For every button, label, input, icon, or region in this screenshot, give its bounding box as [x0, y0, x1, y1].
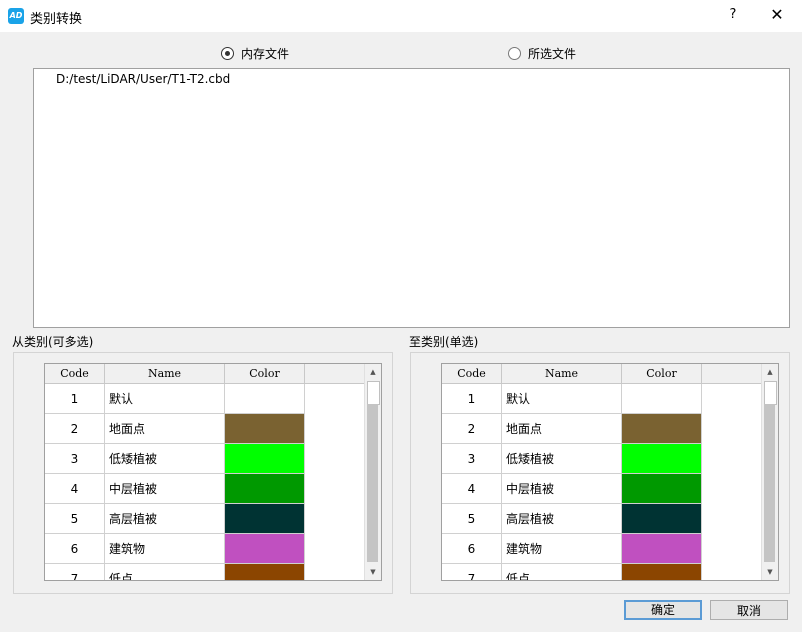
radio-checked-icon[interactable] [221, 47, 234, 60]
color-swatch[interactable] [622, 534, 702, 564]
to-category-panel: Code Name Color 1 默认 2 地面点 3 低矮植被 4 中层植被 5 高层植被 6 建… [410, 352, 790, 594]
scrollbar-thumb[interactable] [764, 381, 777, 405]
code-cell[interactable]: 3 [45, 444, 105, 474]
name-cell[interactable]: 地面点 [105, 414, 225, 444]
name-cell[interactable]: 低矮植被 [105, 444, 225, 474]
cancel-button[interactable]: 取消 [710, 600, 788, 620]
color-swatch[interactable] [622, 414, 702, 444]
column-header-color[interactable]: Color [225, 364, 305, 384]
code-cell[interactable]: 7 [442, 564, 502, 580]
scroll-up-arrow-icon[interactable]: ▲ [762, 364, 778, 380]
radio-selected-file-label: 所选文件 [528, 47, 577, 61]
from-category-table[interactable]: Code Name Color 1 默认 2 地面点 3 低矮植被 4 中层植被 5 高层植被 6 建… [44, 363, 382, 581]
code-cell[interactable]: 6 [442, 534, 502, 564]
code-cell[interactable]: 6 [45, 534, 105, 564]
window-title: 类别转换 [30, 12, 83, 27]
name-cell[interactable]: 低矮植被 [502, 444, 622, 474]
header-filler [305, 364, 365, 384]
name-cell[interactable]: 默认 [105, 384, 225, 414]
ok-button[interactable]: 确定 [624, 600, 702, 620]
app-logo-icon: AD [8, 8, 24, 24]
color-swatch[interactable] [622, 444, 702, 474]
color-swatch[interactable] [225, 534, 305, 564]
scroll-down-arrow-icon[interactable]: ▼ [365, 564, 381, 580]
vertical-scrollbar[interactable]: ▲ ▼ [761, 364, 778, 580]
vertical-scrollbar[interactable]: ▲ ▼ [364, 364, 381, 580]
column-header-color[interactable]: Color [622, 364, 702, 384]
code-cell[interactable]: 2 [45, 414, 105, 444]
column-header-name[interactable]: Name [105, 364, 225, 384]
radio-unchecked-icon[interactable] [508, 47, 521, 60]
from-category-label: 从类别(可多选) [12, 335, 94, 349]
radio-memory-file[interactable]: 内存文件 [221, 45, 289, 62]
scrollbar-track[interactable] [367, 404, 378, 562]
code-cell[interactable]: 3 [442, 444, 502, 474]
name-cell[interactable]: 低点 [105, 564, 225, 580]
code-cell[interactable]: 4 [45, 474, 105, 504]
scroll-up-arrow-icon[interactable]: ▲ [365, 364, 381, 380]
radio-memory-file-label: 内存文件 [241, 47, 290, 61]
code-cell[interactable]: 2 [442, 414, 502, 444]
color-swatch[interactable] [622, 384, 702, 414]
name-cell[interactable]: 建筑物 [105, 534, 225, 564]
column-header-code[interactable]: Code [442, 364, 502, 384]
code-cell[interactable]: 1 [45, 384, 105, 414]
color-swatch[interactable] [225, 414, 305, 444]
title-bar: AD 类别转换 ? ✕ [0, 0, 802, 32]
file-list[interactable]: D:/test/LiDAR/User/T1-T2.cbd [33, 68, 790, 328]
code-cell[interactable]: 5 [442, 504, 502, 534]
color-swatch[interactable] [225, 504, 305, 534]
header-filler [702, 364, 762, 384]
code-cell[interactable]: 7 [45, 564, 105, 580]
code-cell[interactable]: 1 [442, 384, 502, 414]
name-cell[interactable]: 低点 [502, 564, 622, 580]
name-cell[interactable]: 中层植被 [105, 474, 225, 504]
name-cell[interactable]: 高层植被 [105, 504, 225, 534]
file-list-item[interactable]: D:/test/LiDAR/User/T1-T2.cbd [56, 72, 230, 86]
scrollbar-thumb[interactable] [367, 381, 380, 405]
help-button[interactable]: ? [722, 2, 744, 28]
column-header-name[interactable]: Name [502, 364, 622, 384]
name-cell[interactable]: 高层植被 [502, 504, 622, 534]
name-cell[interactable]: 中层植被 [502, 474, 622, 504]
from-category-panel: Code Name Color 1 默认 2 地面点 3 低矮植被 4 中层植被 5 高层植被 6 建… [13, 352, 393, 594]
name-cell[interactable]: 建筑物 [502, 534, 622, 564]
color-swatch[interactable] [225, 474, 305, 504]
to-category-table[interactable]: Code Name Color 1 默认 2 地面点 3 低矮植被 4 中层植被 5 高层植被 6 建… [441, 363, 779, 581]
code-cell[interactable]: 5 [45, 504, 105, 534]
color-swatch[interactable] [225, 384, 305, 414]
name-cell[interactable]: 地面点 [502, 414, 622, 444]
color-swatch[interactable] [622, 474, 702, 504]
color-swatch[interactable] [225, 444, 305, 474]
code-cell[interactable]: 4 [442, 474, 502, 504]
to-category-label: 至类别(单选) [409, 335, 479, 349]
radio-selected-file[interactable]: 所选文件 [508, 45, 576, 62]
color-swatch[interactable] [622, 504, 702, 534]
name-cell[interactable]: 默认 [502, 384, 622, 414]
scrollbar-track[interactable] [764, 404, 775, 562]
close-button[interactable]: ✕ [764, 2, 790, 28]
color-swatch[interactable] [622, 564, 702, 580]
column-header-code[interactable]: Code [45, 364, 105, 384]
scroll-down-arrow-icon[interactable]: ▼ [762, 564, 778, 580]
color-swatch[interactable] [225, 564, 305, 580]
